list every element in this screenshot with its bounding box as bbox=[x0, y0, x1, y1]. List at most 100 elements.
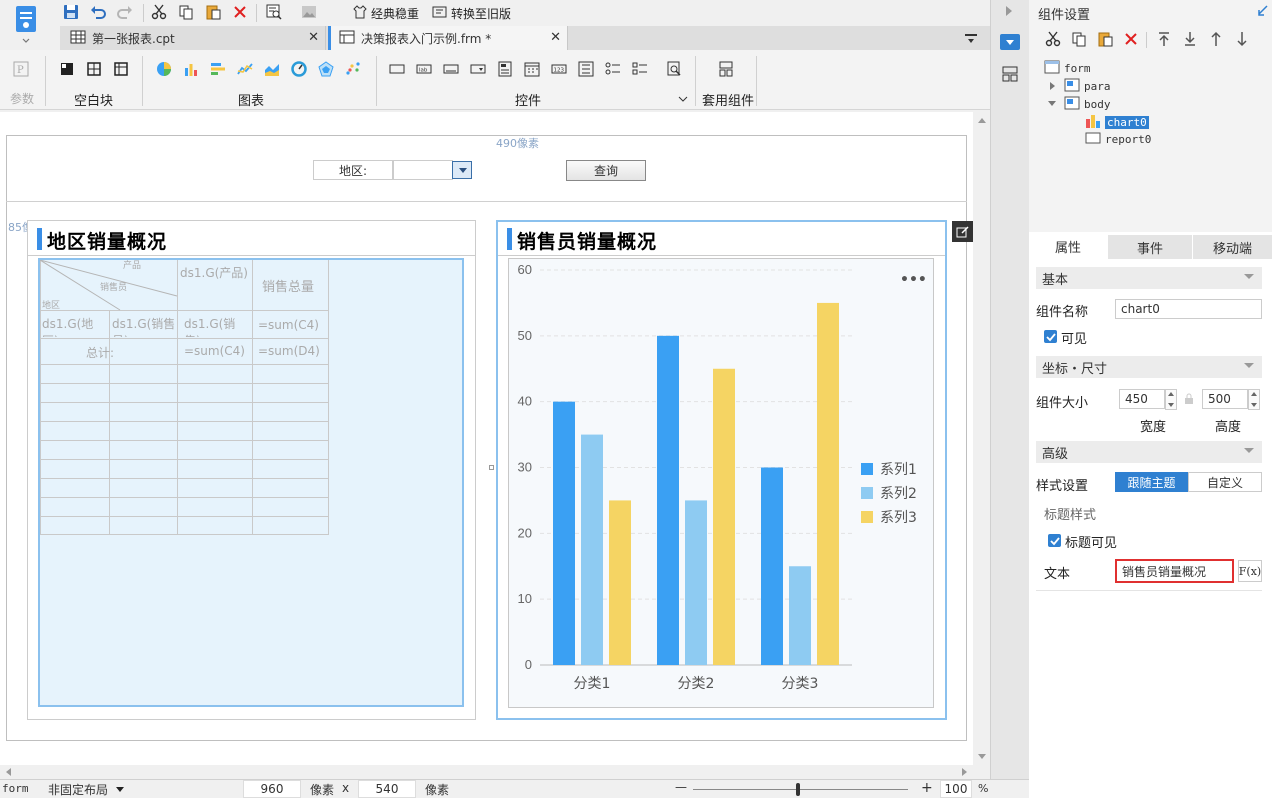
tree-node-para[interactable]: para bbox=[1064, 78, 1111, 95]
tab-mobile[interactable]: 移动端 bbox=[1193, 235, 1272, 259]
cell-col-total[interactable]: 销售总量 bbox=[262, 276, 314, 295]
zoom-slider-track[interactable] bbox=[693, 789, 908, 790]
bar-chart-icon[interactable] bbox=[182, 60, 200, 78]
gauge-chart-icon[interactable] bbox=[290, 60, 308, 78]
paste-icon[interactable] bbox=[204, 3, 222, 21]
delete-icon[interactable] bbox=[231, 3, 249, 21]
delete-icon[interactable] bbox=[1122, 30, 1140, 48]
visible-checkbox[interactable] bbox=[1044, 330, 1057, 343]
checkbox-group-icon[interactable] bbox=[631, 60, 649, 78]
collapse-arrow-icon[interactable] bbox=[1006, 6, 1012, 16]
height-stepper[interactable] bbox=[1248, 389, 1260, 410]
zoom-value-input[interactable]: 100 bbox=[940, 780, 972, 798]
cut-icon[interactable] bbox=[1044, 30, 1062, 48]
expand-arrow-icon[interactable] bbox=[1050, 82, 1055, 90]
region-select[interactable] bbox=[393, 160, 453, 180]
component-name-input[interactable]: chart0 bbox=[1115, 299, 1262, 319]
cell-region[interactable]: ds1.G(地区) bbox=[42, 315, 108, 337]
chevron-down-icon[interactable] bbox=[678, 92, 688, 106]
title-visible-checkbox[interactable] bbox=[1048, 534, 1061, 547]
move-down-icon[interactable] bbox=[1233, 30, 1251, 48]
text-control-icon[interactable]: lab bbox=[415, 60, 433, 78]
grid-block-icon[interactable] bbox=[112, 60, 130, 78]
move-up-icon[interactable] bbox=[1207, 30, 1225, 48]
section-coord-size[interactable]: 坐标・尺寸 bbox=[1036, 356, 1262, 378]
section-advanced[interactable]: 高级 bbox=[1036, 441, 1262, 463]
date-control-icon[interactable] bbox=[523, 60, 541, 78]
cell-sum2[interactable]: =sum(C4) bbox=[184, 344, 245, 358]
zoom-in-button[interactable]: + bbox=[921, 780, 933, 796]
tab-decision-report[interactable]: 决策报表入门示例.frm * ✕ bbox=[328, 26, 568, 50]
cell-sum1[interactable]: =sum(C4) bbox=[258, 318, 319, 332]
suite-component-icon[interactable] bbox=[717, 60, 735, 78]
layout-select[interactable]: 非固定布局 bbox=[48, 781, 125, 798]
classic-theme-button[interactable]: 经典稳重 bbox=[352, 2, 419, 24]
canvas-height-input[interactable]: 540 bbox=[358, 780, 416, 798]
formula-button[interactable]: F(x) bbox=[1238, 560, 1262, 582]
panel-resize-handle[interactable] bbox=[489, 465, 494, 470]
pie-chart-icon[interactable] bbox=[155, 60, 173, 78]
height-input[interactable]: 500 bbox=[1202, 389, 1248, 409]
number-control-icon[interactable]: 123 bbox=[550, 60, 568, 78]
tree-node-form[interactable]: form bbox=[1044, 60, 1091, 77]
edit-icon[interactable] bbox=[952, 221, 973, 242]
tree-node-report0[interactable]: report0 bbox=[1085, 132, 1151, 147]
absolute-block-icon[interactable] bbox=[58, 60, 76, 78]
radio-group-icon[interactable] bbox=[604, 60, 622, 78]
list-control-icon[interactable] bbox=[496, 60, 514, 78]
horizontal-bar-icon[interactable] bbox=[209, 60, 227, 78]
region-select-button[interactable] bbox=[452, 161, 472, 179]
width-input[interactable]: 450 bbox=[1119, 389, 1165, 409]
pin-icon[interactable] bbox=[1256, 5, 1268, 20]
line-chart-icon[interactable] bbox=[236, 60, 254, 78]
more-options-icon[interactable]: ••• bbox=[900, 272, 927, 288]
cell-total-label[interactable]: 总计: bbox=[86, 344, 114, 361]
app-logo-icon[interactable] bbox=[14, 4, 38, 44]
dropdown-control-icon[interactable] bbox=[469, 60, 487, 78]
close-icon[interactable]: ✕ bbox=[308, 30, 319, 45]
paste-icon[interactable] bbox=[1096, 30, 1114, 48]
cut-icon[interactable] bbox=[150, 3, 168, 21]
copy-icon[interactable] bbox=[1070, 30, 1088, 48]
move-top-icon[interactable] bbox=[1155, 30, 1173, 48]
cell-salesman[interactable]: ds1.G(销售员) bbox=[112, 315, 176, 337]
copy-icon[interactable] bbox=[177, 3, 195, 21]
close-icon[interactable]: ✕ bbox=[550, 30, 561, 45]
component-settings-toggle[interactable] bbox=[1000, 34, 1020, 50]
style-custom-button[interactable]: 自定义 bbox=[1188, 472, 1262, 492]
tab-properties[interactable]: 属性 bbox=[1029, 235, 1107, 259]
undo-icon[interactable] bbox=[89, 3, 107, 21]
cell-sum3[interactable]: =sum(D4) bbox=[258, 344, 320, 358]
section-basic[interactable]: 基本 bbox=[1036, 267, 1262, 289]
tab-events[interactable]: 事件 bbox=[1108, 235, 1192, 259]
cell-col-product[interactable]: ds1.G(产品) bbox=[180, 265, 250, 303]
textarea-control-icon[interactable] bbox=[442, 60, 460, 78]
move-bottom-icon[interactable] bbox=[1181, 30, 1199, 48]
label-control-icon[interactable] bbox=[388, 60, 406, 78]
radar-chart-icon[interactable] bbox=[317, 60, 335, 78]
layout-panel-icon[interactable] bbox=[1002, 66, 1018, 85]
convert-legacy-button[interactable]: 转换至旧版 bbox=[432, 2, 511, 24]
tree-node-chart0[interactable]: chart0 bbox=[1085, 113, 1149, 132]
preview-icon[interactable] bbox=[265, 3, 283, 21]
scatter-chart-icon[interactable] bbox=[344, 60, 362, 78]
tab-menu-icon[interactable] bbox=[962, 29, 980, 47]
canvas-scrollbar-v[interactable] bbox=[973, 112, 990, 765]
cell-product[interactable]: ds1.G(销售) bbox=[184, 315, 250, 337]
style-follow-theme-button[interactable]: 跟随主题 bbox=[1115, 472, 1188, 492]
collapse-arrow-icon[interactable] bbox=[1048, 101, 1056, 106]
query-control-icon[interactable] bbox=[665, 60, 683, 78]
area-chart-icon[interactable] bbox=[263, 60, 281, 78]
canvas-scrollbar-h[interactable] bbox=[0, 765, 990, 779]
lock-icon[interactable] bbox=[1184, 393, 1194, 408]
tree-control-icon[interactable] bbox=[577, 60, 595, 78]
canvas-width-input[interactable]: 960 bbox=[243, 780, 301, 798]
tab-block-icon[interactable] bbox=[85, 60, 103, 78]
tab-first-report[interactable]: 第一张报表.cpt ✕ bbox=[62, 26, 326, 50]
title-text-input[interactable]: 销售员销量概况 bbox=[1115, 559, 1234, 583]
width-stepper[interactable] bbox=[1165, 389, 1177, 410]
redo-icon[interactable] bbox=[116, 3, 134, 21]
tree-node-body[interactable]: body bbox=[1064, 96, 1111, 113]
save-icon[interactable] bbox=[62, 3, 80, 21]
query-button[interactable]: 查询 bbox=[566, 160, 646, 181]
